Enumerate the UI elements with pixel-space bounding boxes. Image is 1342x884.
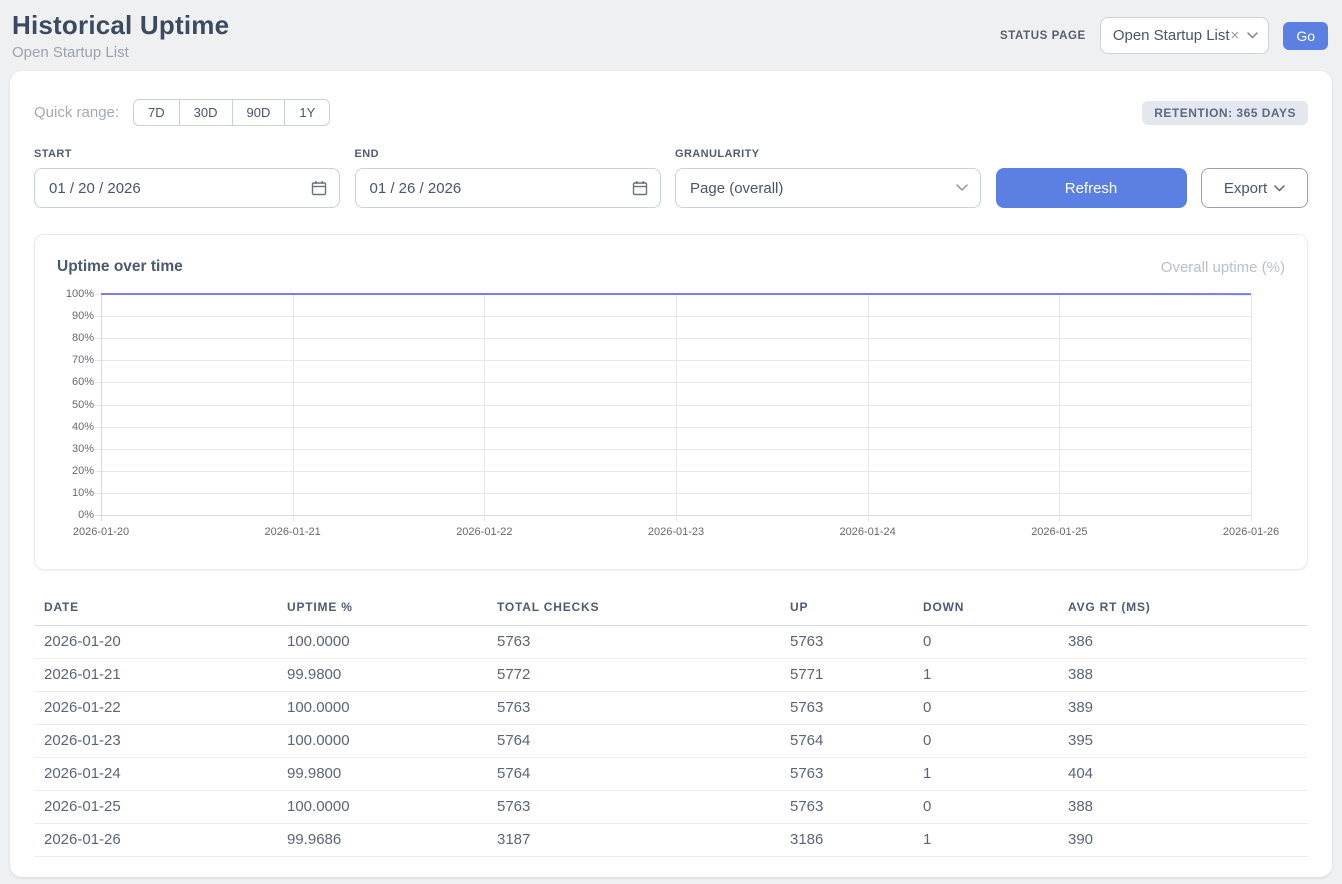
calendar-icon[interactable] [632,180,648,196]
quick-range-label: Quick range: [34,104,119,121]
chevron-down-icon [1274,185,1285,192]
export-button[interactable]: Export [1201,168,1308,208]
start-date-value: 01 / 20 / 2026 [49,180,141,197]
go-button[interactable]: Go [1283,22,1328,50]
uptime-table-body: 2026-01-20100.00005763576303862026-01-21… [34,626,1308,857]
granularity-value: Page (overall) [690,180,783,197]
x-axis-tick-label: 2026-01-26 [1223,526,1279,538]
table-row: 2026-01-2699.9686318731861390 [34,824,1308,857]
granularity-label: GRANULARITY [675,148,981,160]
refresh-button[interactable]: Refresh [996,168,1187,208]
clear-icon[interactable]: × [1231,27,1240,44]
column-header: UPTIME % [277,594,487,626]
status-page-select[interactable]: Open Startup List × [1100,17,1270,54]
start-date-input[interactable]: 01 / 20 / 2026 [34,168,340,208]
h-gridline [95,515,1251,516]
table-header-row: DATEUPTIME %TOTAL CHECKSUPDOWNAVG RT (MS… [34,594,1308,626]
table-row: 2026-01-22100.0000576357630389 [34,692,1308,725]
chevron-down-icon [1247,32,1258,39]
y-axis-tick-label: 20% [72,465,94,477]
quick-range-group: 7D30D90D1Y [133,99,330,126]
x-axis-tick-label: 2026-01-25 [1031,526,1087,538]
column-header: UP [780,594,913,626]
end-date-input[interactable]: 01 / 26 / 2026 [355,168,661,208]
column-header: DATE [34,594,277,626]
chart-x-axis: 2026-01-202026-01-212026-01-222026-01-23… [101,526,1251,540]
y-axis-tick-label: 70% [72,354,94,366]
chart-body: 0%10%20%30%40%50%60%70%80%90%100% 2026-0… [57,294,1285,515]
x-axis-tick-label: 2026-01-23 [648,526,704,538]
title-block: Historical Uptime Open Startup List [12,10,229,61]
chevron-down-icon [956,184,968,192]
end-label: END [355,148,661,160]
y-axis-tick-label: 60% [72,376,94,388]
calendar-icon[interactable] [311,180,327,196]
chart-header: Uptime over time Overall uptime (%) [57,258,1285,276]
y-axis-tick-label: 40% [72,421,94,433]
y-axis-tick-label: 100% [66,288,94,300]
quick-range-7d-button[interactable]: 7D [133,99,180,126]
retention-badge: RETENTION: 365 DAYS [1142,101,1308,125]
uptime-chart-card: Uptime over time Overall uptime (%) 0% 10… [34,234,1308,570]
v-gridline [1251,294,1252,521]
controls-row: START 01 / 20 / 2026 END 01 / 26 / 2026 [34,148,1308,208]
table-row: 2026-01-20100.0000576357630386 [34,626,1308,659]
table-row: 2026-01-23100.0000576457640395 [34,725,1308,758]
granularity-field: GRANULARITY Page (overall) [675,148,981,208]
end-date-value: 01 / 26 / 2026 [370,180,462,197]
y-axis-tick-label: 80% [72,332,94,344]
table-header: DATEUPTIME %TOTAL CHECKSUPDOWNAVG RT (MS… [34,594,1308,626]
table-row: 2026-01-2499.9800576457631404 [34,758,1308,791]
uptime-line-series [101,294,1251,515]
uptime-table: DATEUPTIME %TOTAL CHECKSUPDOWNAVG RT (MS… [34,594,1308,857]
quick-range-90d-button[interactable]: 90D [232,99,286,126]
quick-range-30d-button[interactable]: 30D [179,99,233,126]
status-page-label: STATUS PAGE [1000,30,1086,42]
export-label: Export [1224,180,1267,197]
quick-range-row: Quick range: 7D30D90D1Y RETENTION: 365 D… [34,99,1308,126]
column-header: AVG RT (MS) [1058,594,1308,626]
page-header: Historical Uptime Open Startup List STAT… [0,0,1342,61]
quick-range-left: Quick range: 7D30D90D1Y [34,99,330,126]
y-axis-tick-label: 30% [72,443,94,455]
chart-title: Uptime over time [57,258,183,276]
start-label: START [34,148,340,160]
column-header: TOTAL CHECKS [487,594,780,626]
x-axis-tick-label: 2026-01-21 [265,526,321,538]
column-header: DOWN [913,594,1058,626]
start-date-field: START 01 / 20 / 2026 [34,148,340,208]
chart-legend: Overall uptime (%) [1161,259,1285,276]
y-axis-tick-label: 0% [78,509,94,521]
header-controls: STATUS PAGE Open Startup List × Go [1000,17,1328,54]
table-row: 2026-01-25100.0000576357630388 [34,791,1308,824]
y-axis-tick-label: 10% [72,487,94,499]
x-axis-tick-label: 2026-01-20 [73,526,129,538]
chart-plot-area: 2026-01-202026-01-212026-01-222026-01-23… [101,294,1251,515]
x-axis-tick-label: 2026-01-24 [840,526,896,538]
quick-range-1y-button[interactable]: 1Y [284,99,330,126]
x-axis-tick-label: 2026-01-22 [456,526,512,538]
y-axis-tick-label: 90% [72,310,94,322]
main-panel: Quick range: 7D30D90D1Y RETENTION: 365 D… [10,71,1332,877]
granularity-select[interactable]: Page (overall) [675,168,981,208]
table-row: 2026-01-2199.9800577257711388 [34,659,1308,692]
page-subtitle: Open Startup List [12,44,229,61]
page-title: Historical Uptime [12,10,229,41]
y-axis-tick-label: 50% [72,399,94,411]
status-page-selected-value: Open Startup List [1113,27,1230,44]
end-date-field: END 01 / 26 / 2026 [355,148,661,208]
